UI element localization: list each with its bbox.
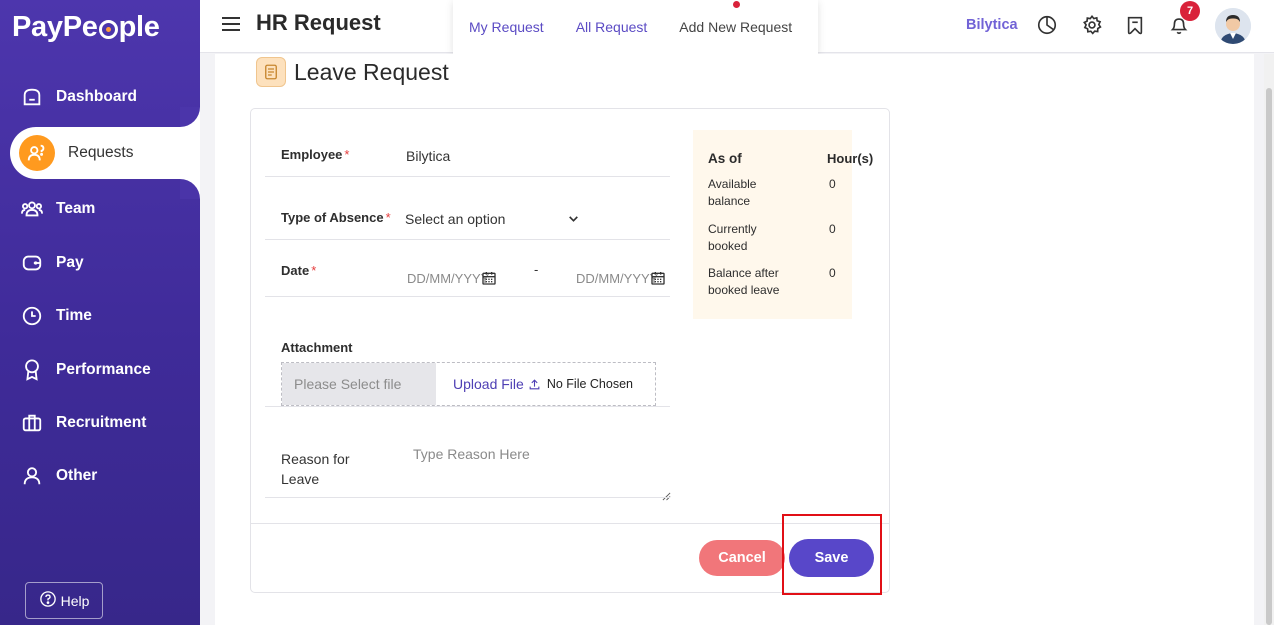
request-tabs: My Request All Request Add New Request <box>453 0 818 54</box>
active-tab-dot <box>732 1 740 8</box>
attachment-label: Attachment <box>281 340 353 355</box>
save-highlight-box <box>782 514 882 595</box>
sidebar-item-dashboard[interactable]: Dashboard <box>0 77 200 117</box>
tab-add-new-request[interactable]: Add New Request <box>663 1 808 35</box>
divider <box>265 497 670 498</box>
currently-booked-value: 0 <box>829 222 836 236</box>
help-label: Help <box>60 592 90 609</box>
date-range-separator: - <box>534 262 539 277</box>
calendar-icon[interactable] <box>481 270 497 291</box>
balance-after-booked-value: 0 <box>829 266 836 280</box>
sidebar-item-label: Dashboard <box>56 88 137 105</box>
chevron-down-icon[interactable] <box>567 212 580 230</box>
analytics-icon[interactable] <box>1035 13 1059 37</box>
help-icon <box>39 590 57 611</box>
absence-type-label: Type of Absence * <box>281 210 391 225</box>
date-from-input[interactable]: DD/MM/YYYY <box>407 271 489 286</box>
employee-field[interactable]: Bilytica <box>406 148 450 164</box>
sidebar-item-pay[interactable]: Pay <box>0 243 200 283</box>
upload-file-area[interactable]: Upload File No File Chosen <box>436 363 655 405</box>
company-name[interactable]: Bilytica <box>966 17 1018 33</box>
sidebar-item-recruitment[interactable]: Recruitment <box>0 403 200 443</box>
scrollbar-thumb[interactable] <box>1266 88 1272 625</box>
divider <box>265 176 670 177</box>
sidebar-item-other[interactable]: Other <box>0 456 200 496</box>
balance-after-booked-label: Balance after booked leave <box>708 266 780 297</box>
logo-o-icon <box>98 19 118 39</box>
sidebar-item-label: Pay <box>56 254 84 271</box>
calendar-icon[interactable] <box>650 270 666 291</box>
divider <box>265 239 670 240</box>
paypeople-logo[interactable]: PayPe ple <box>12 8 160 46</box>
sidebar-item-label: Time <box>56 307 92 324</box>
active-curve-top <box>180 107 200 127</box>
clock-icon <box>20 304 44 328</box>
home-icon <box>20 85 44 109</box>
date-to-input[interactable]: DD/MM/YYYY <box>576 271 658 286</box>
dental-icon[interactable] <box>1123 13 1147 37</box>
page-title: HR Request <box>256 10 381 35</box>
available-balance-label: Available balance <box>708 177 757 208</box>
no-file-status: No File Chosen <box>546 377 633 391</box>
user-avatar[interactable] <box>1215 8 1251 44</box>
briefcase-icon <box>20 411 44 435</box>
top-bar: HR Request My Request All Request Add Ne… <box>200 0 1274 54</box>
section-header: Leave Request <box>256 57 449 87</box>
cancel-button[interactable]: Cancel <box>699 540 785 576</box>
upload-file-button[interactable]: Upload File <box>453 376 524 392</box>
divider <box>265 406 670 407</box>
employee-label: Employee * <box>281 147 350 162</box>
as-of-label: As of <box>708 151 742 166</box>
wallet-icon <box>20 251 44 275</box>
tab-all-request[interactable]: All Request <box>560 19 664 35</box>
sidebar-item-requests[interactable]: Requests <box>10 127 200 179</box>
sidebar-item-team[interactable]: Team <box>0 189 200 229</box>
notification-count-badge: 7 <box>1180 1 1200 21</box>
file-upload-field[interactable]: Please Select file Upload File No File C… <box>281 362 656 406</box>
date-label: Date * <box>281 263 317 278</box>
sidebar-item-time[interactable]: Time <box>0 296 200 336</box>
sidebar-item-label: Performance <box>56 361 151 378</box>
sidebar: PayPe ple Dashboard Requests Team Pay Tim… <box>0 0 200 625</box>
help-button[interactable]: Help <box>25 582 103 619</box>
team-icon <box>20 197 44 221</box>
reason-label: Reason for Leave <box>281 451 350 487</box>
award-icon <box>20 358 44 382</box>
upload-icon <box>528 378 541 391</box>
tab-my-request[interactable]: My Request <box>453 19 560 35</box>
absence-type-select[interactable]: Select an option <box>405 211 505 227</box>
reason-textarea[interactable]: Type Reason Here <box>413 446 530 462</box>
hours-label: Hour(s) <box>827 151 874 166</box>
divider <box>265 296 670 297</box>
section-title: Leave Request <box>294 58 449 85</box>
currently-booked-label: Currently booked <box>708 222 757 253</box>
sidebar-item-label: Requests <box>68 144 134 161</box>
user-icon <box>20 464 44 488</box>
file-select-placeholder[interactable]: Please Select file <box>282 363 436 405</box>
sidebar-item-performance[interactable]: Performance <box>0 350 200 390</box>
menu-icon[interactable] <box>222 17 240 31</box>
document-icon <box>256 57 286 87</box>
sidebar-item-label: Other <box>56 467 98 484</box>
sidebar-item-label: Recruitment <box>56 414 147 431</box>
requests-icon <box>19 135 55 171</box>
sidebar-item-label: Team <box>56 200 96 217</box>
settings-gear-icon[interactable] <box>1080 13 1104 37</box>
available-balance-value: 0 <box>829 177 836 191</box>
